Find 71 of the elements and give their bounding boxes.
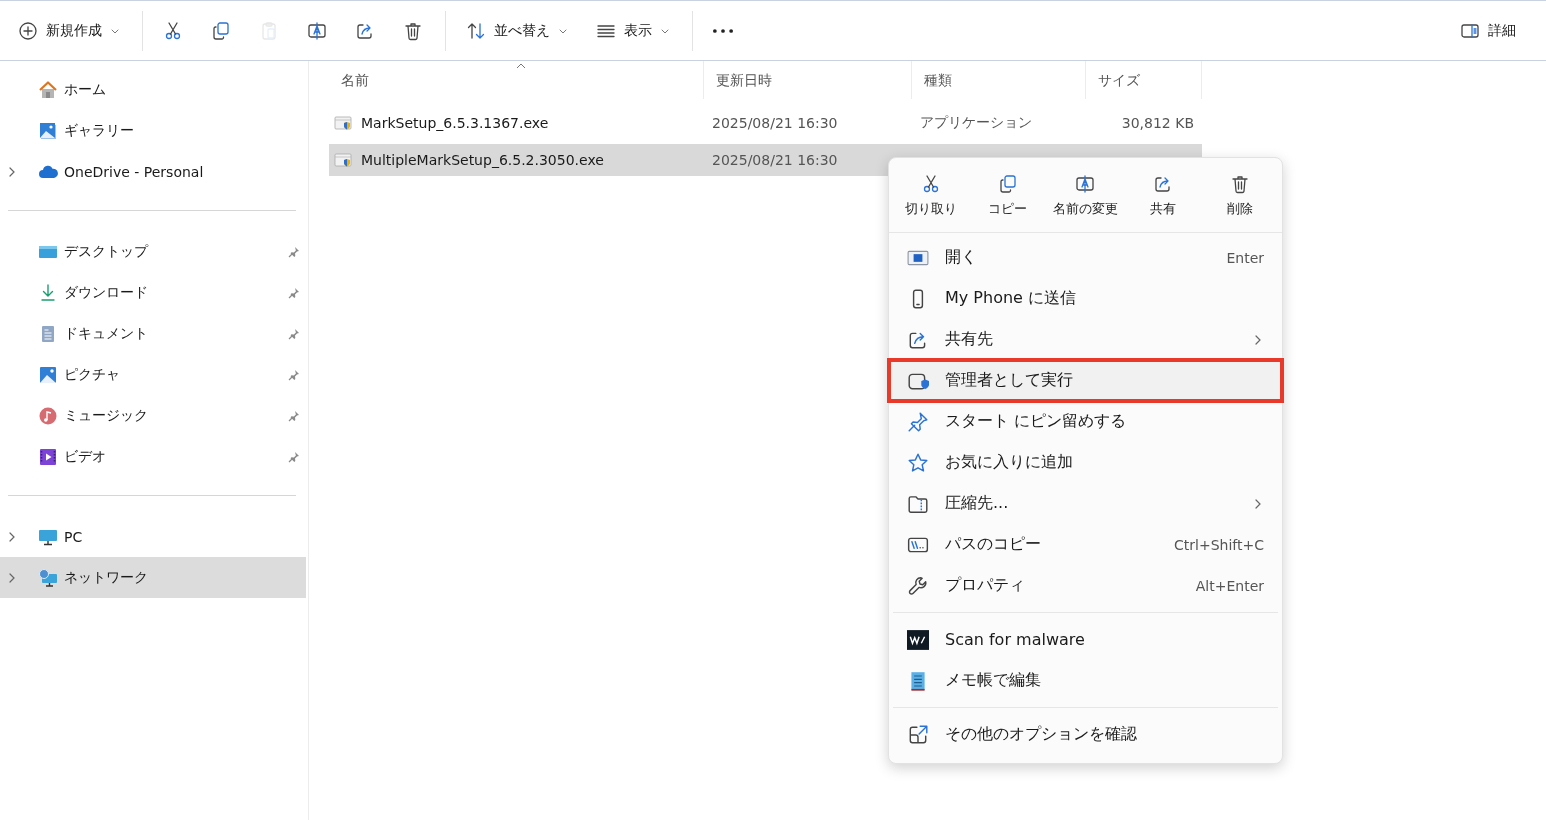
details-button[interactable]: 詳細 bbox=[1450, 10, 1526, 51]
network-icon bbox=[38, 567, 58, 588]
pin-icon bbox=[907, 410, 929, 433]
picture-icon bbox=[38, 364, 58, 385]
column-header[interactable]: 名前 bbox=[329, 61, 704, 99]
menu-item[interactable]: 共有先 bbox=[889, 319, 1282, 360]
menu-item[interactable]: 圧縮先... bbox=[889, 483, 1282, 524]
file-name: MarkSetup_6.5.3.1367.exe bbox=[361, 115, 549, 131]
picture-icon bbox=[38, 120, 58, 141]
menu-item[interactable]: 管理者として実行 bbox=[889, 360, 1282, 401]
shortcut-text: Enter bbox=[1226, 249, 1264, 266]
pin-icon[interactable] bbox=[288, 245, 300, 258]
app-icon bbox=[333, 113, 353, 133]
download-icon bbox=[38, 282, 58, 303]
menu-item[interactable]: その他のオプションを確認 bbox=[889, 714, 1282, 755]
trash-action-button[interactable]: 削除 bbox=[1206, 168, 1273, 224]
menu-item[interactable]: 開く Enter bbox=[889, 237, 1282, 278]
sidebar-item[interactable]: ピクチャ bbox=[0, 354, 306, 395]
menu-item[interactable]: スタート にピン留めする bbox=[889, 401, 1282, 442]
column-header[interactable]: 更新日時 bbox=[704, 61, 912, 99]
plus-icon bbox=[18, 20, 38, 41]
sidebar-item[interactable]: ミュージック bbox=[0, 395, 306, 436]
modified-date: 2025/08/21 16:30 bbox=[712, 115, 838, 131]
toolbar-button[interactable]: 新規作成 bbox=[8, 10, 130, 51]
toolbar-button[interactable]: 並べ替え bbox=[456, 10, 578, 51]
star-icon bbox=[907, 451, 929, 474]
menu-item[interactable]: パスのコピー Ctrl+Shift+C bbox=[889, 524, 1282, 565]
rename-icon bbox=[307, 20, 327, 41]
sidebar-item[interactable]: OneDrive - Personal bbox=[0, 151, 306, 192]
pin-icon[interactable] bbox=[288, 368, 300, 381]
app-icon bbox=[333, 150, 353, 170]
pin-icon[interactable] bbox=[288, 286, 300, 299]
menu-item[interactable]: お気に入りに追加 bbox=[889, 442, 1282, 483]
file-name: MultipleMarkSetup_6.5.2.3050.exe bbox=[361, 152, 604, 168]
external-link-icon bbox=[907, 723, 929, 746]
file-size: 30,812 KB bbox=[1121, 115, 1194, 131]
pin-icon[interactable] bbox=[288, 409, 300, 422]
music-note-icon bbox=[38, 405, 58, 426]
sidebar-item[interactable]: ビデオ bbox=[0, 436, 306, 477]
trash-icon bbox=[403, 20, 423, 41]
sidebar-item[interactable]: ネットワーク bbox=[0, 557, 306, 598]
copy-icon bbox=[997, 174, 1018, 194]
column-header[interactable]: 種類 bbox=[912, 61, 1086, 99]
pin-icon[interactable] bbox=[288, 450, 300, 463]
video-icon bbox=[38, 446, 58, 467]
scanner-logo-icon bbox=[907, 628, 929, 651]
file-row[interactable]: MarkSetup_6.5.3.1367.exe 2025/08/21 16:30 アプリケーション 30,812 KB bbox=[329, 107, 1202, 139]
sidebar-item[interactable]: ホーム bbox=[0, 69, 306, 110]
menu-item[interactable]: Scan for malware bbox=[889, 619, 1282, 660]
column-header[interactable]: サイズ bbox=[1086, 61, 1202, 99]
sidebar-item[interactable]: ドキュメント bbox=[0, 313, 306, 354]
menu-item[interactable]: メモ帳で編集 bbox=[889, 660, 1282, 701]
sidebar-item[interactable]: デスクトップ bbox=[0, 231, 306, 272]
shortcut-text: Ctrl+Shift+C bbox=[1174, 536, 1264, 553]
rename-icon bbox=[1075, 174, 1096, 194]
shortcut-text: Alt+Enter bbox=[1195, 577, 1264, 594]
sidebar-item[interactable]: PC bbox=[0, 516, 306, 557]
menu-item[interactable]: My Phone に送信 bbox=[889, 278, 1282, 319]
pin-icon[interactable] bbox=[288, 327, 300, 340]
more-icon bbox=[713, 28, 733, 33]
toolbar-button[interactable]: 表示 bbox=[586, 10, 680, 51]
wrench-icon bbox=[907, 574, 929, 597]
sidebar-item[interactable]: ギャラリー bbox=[0, 110, 306, 151]
scissors-icon bbox=[163, 20, 183, 41]
menu-item[interactable]: プロパティ Alt+Enter bbox=[889, 565, 1282, 606]
clipboard-icon bbox=[259, 20, 279, 41]
modified-date: 2025/08/21 16:30 bbox=[712, 152, 838, 168]
sidebar-item[interactable]: ダウンロード bbox=[0, 272, 306, 313]
home-icon bbox=[38, 79, 58, 100]
file-type: アプリケーション bbox=[920, 114, 1032, 132]
copy-icon bbox=[211, 20, 231, 41]
